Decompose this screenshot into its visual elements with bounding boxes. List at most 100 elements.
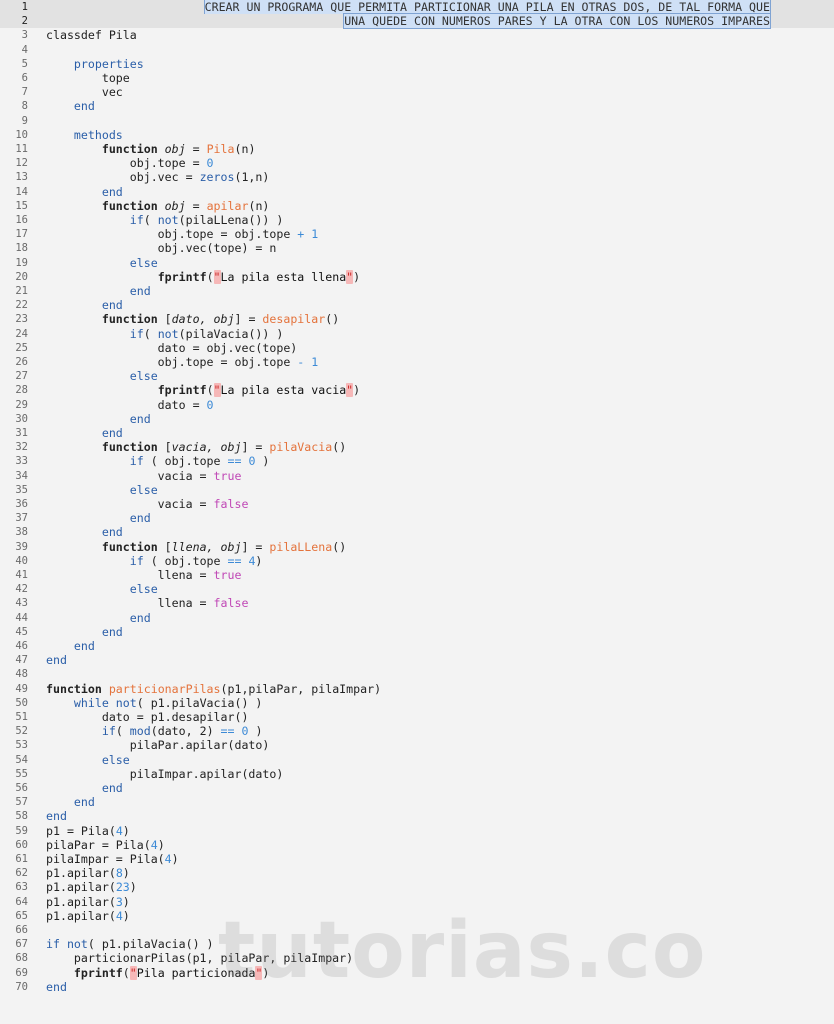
code-token: function xyxy=(101,142,165,156)
code-line[interactable]: 69 fprintf("Pila particionada") xyxy=(0,965,834,980)
code-line[interactable]: 44 end xyxy=(0,611,834,625)
code-line[interactable]: 36 vacia = false xyxy=(0,497,834,511)
code-line[interactable]: 30 end xyxy=(0,412,834,426)
code-line[interactable]: 1 CREAR UN PROGRAMA QUE PERMITA PARTICION… xyxy=(0,0,834,15)
code-line[interactable]: 17 obj.tope = obj.tope + 1 xyxy=(0,227,834,241)
code-line[interactable]: 49 function particionarPilas(p1,pilaPar, … xyxy=(0,682,834,696)
code-text: else xyxy=(46,753,130,767)
code-line[interactable]: 51 dato = p1.desapilar() xyxy=(0,710,834,724)
code-line[interactable]: 59 p1 = Pila(4) xyxy=(0,824,834,838)
code-line[interactable]: 29 dato = 0 xyxy=(0,398,834,412)
code-line[interactable]: 6 tope xyxy=(0,71,834,85)
code-line[interactable]: 21 end xyxy=(0,284,834,298)
code-line[interactable]: 55 pilaImpar.apilar(dato) xyxy=(0,767,834,781)
code-line[interactable]: 33 if ( obj.tope == 0 ) xyxy=(0,454,834,468)
code-line[interactable]: 58 end xyxy=(0,809,834,823)
code-line[interactable]: 67 if not( p1.pilaVacia() ) xyxy=(0,937,834,951)
line-number: 60 xyxy=(15,838,28,851)
code-line[interactable]: 16 if( not(pilaLLena()) ) xyxy=(0,213,834,227)
code-line[interactable]: 8 end xyxy=(0,99,834,113)
code-line[interactable]: 31 end xyxy=(0,426,834,440)
code-line[interactable]: 4 xyxy=(0,43,834,57)
code-line[interactable]: 15 function obj = apilar(n) xyxy=(0,199,834,213)
code-line[interactable]: 50 while not( p1.pilaVacia() ) xyxy=(0,696,834,710)
code-line[interactable]: 66 xyxy=(0,923,834,937)
code-line[interactable]: 47 end xyxy=(0,653,834,667)
code-editor[interactable]: 1 CREAR UN PROGRAMA QUE PERMITA PARTICION… xyxy=(0,0,834,1024)
code-token: (n) xyxy=(248,198,270,213)
code-line[interactable]: 45 end xyxy=(0,625,834,639)
code-line[interactable]: 27 else xyxy=(0,369,834,383)
code-line[interactable]: 60 pilaPar = Pila(4) xyxy=(0,838,834,852)
code-text: obj.tope = 0 xyxy=(46,156,214,170)
code-line[interactable]: 13 obj.vec = zeros(1,n) xyxy=(0,170,834,184)
code-line[interactable]: 39 function [llena, obj] = pilaLLena() xyxy=(0,540,834,554)
code-line[interactable]: 24 if( not(pilaVacia()) ) xyxy=(0,327,834,341)
code-line[interactable]: 56 end xyxy=(0,781,834,795)
code-token: (pilaVacia()) ) xyxy=(178,326,284,341)
code-line[interactable]: 32 function [vacia, obj] = pilaVacia() xyxy=(0,440,834,454)
line-number: 39 xyxy=(15,540,28,553)
code-line[interactable]: 61 pilaImpar = Pila(4) xyxy=(0,852,834,866)
code-text: obj.vec = zeros(1,n) xyxy=(46,170,270,184)
code-line[interactable]: 11 function obj = Pila(n) xyxy=(0,142,834,156)
code-line[interactable]: 52 if( mod(dato, 2) == 0 ) xyxy=(0,724,834,738)
code-token: pilaPar.apilar(dato) xyxy=(46,738,270,753)
code-line[interactable]: 7 vec xyxy=(0,85,834,99)
code-line[interactable]: 26 obj.tope = obj.tope - 1 xyxy=(0,355,834,369)
code-token: ] = xyxy=(234,312,263,327)
code-line[interactable]: 34 vacia = true xyxy=(0,469,834,483)
code-line[interactable]: 28 fprintf("La pila esta vacia") xyxy=(0,383,834,398)
code-line[interactable]: 18 obj.vec(tope) = n xyxy=(0,241,834,255)
code-token: function xyxy=(101,539,165,554)
code-line[interactable]: 2 UNA QUEDE CON NUMEROS PARES Y LA OTRA C… xyxy=(0,13,834,30)
code-line[interactable]: 12 obj.tope = 0 xyxy=(0,156,834,170)
code-line[interactable]: 65 p1.apilar(4) xyxy=(0,909,834,923)
code-text: end xyxy=(46,653,67,667)
code-line[interactable]: 46 end xyxy=(0,639,834,653)
code-line[interactable]: 42 else xyxy=(0,582,834,596)
code-line[interactable]: 5 properties xyxy=(0,57,834,71)
code-token: end xyxy=(46,184,123,199)
line-number: 24 xyxy=(15,327,28,340)
code-line[interactable]: 23 function [dato, obj] = desapilar() xyxy=(0,312,834,326)
code-token: p1.apilar( xyxy=(46,894,116,909)
code-token: pilaImpar = Pila( xyxy=(46,852,165,866)
code-text: end xyxy=(46,625,123,639)
code-text: end xyxy=(46,809,67,823)
code-token: ] = xyxy=(241,440,270,455)
code-line[interactable]: 38 end xyxy=(0,525,834,539)
code-line[interactable]: 22 end xyxy=(0,298,834,312)
code-line[interactable]: 14 end xyxy=(0,185,834,199)
code-line[interactable]: 63 p1.apilar(23) xyxy=(0,880,834,894)
code-line[interactable]: 20 fprintf("La pila esta llena") xyxy=(0,269,834,284)
code-text: fprintf("La pila esta vacia") xyxy=(46,383,360,398)
code-line[interactable]: 48 xyxy=(0,667,834,681)
code-line[interactable]: 19 else xyxy=(0,256,834,270)
code-line[interactable]: 35 else xyxy=(0,483,834,497)
code-line[interactable]: 40 if ( obj.tope == 4) xyxy=(0,554,834,568)
code-line[interactable]: 25 dato = obj.vec(tope) xyxy=(0,341,834,355)
code-line[interactable]: 64 p1.apilar(3) xyxy=(0,895,834,909)
code-line[interactable]: 43 llena = false xyxy=(0,596,834,610)
code-token: function xyxy=(101,198,165,213)
code-line[interactable]: 57 end xyxy=(0,795,834,809)
code-line[interactable]: 41 llena = true xyxy=(0,568,834,582)
code-line[interactable]: 37 end xyxy=(0,511,834,525)
code-token: La pila esta llena xyxy=(220,269,347,284)
code-line[interactable]: 54 else xyxy=(0,753,834,767)
line-number: 29 xyxy=(15,398,28,411)
code-token: if xyxy=(129,553,144,568)
code-line[interactable]: 62 p1.apilar(8) xyxy=(0,866,834,880)
code-line[interactable]: 3 classdef Pila xyxy=(0,28,834,42)
code-line[interactable]: 9 xyxy=(0,114,834,128)
code-line[interactable]: 68 particionarPilas(p1, pilaPar, pilaImp… xyxy=(0,951,834,965)
line-number: 12 xyxy=(15,157,28,170)
code-token: obj.tope = obj.tope xyxy=(46,227,298,242)
code-line[interactable]: 10 methods xyxy=(0,128,834,142)
code-line[interactable]: 70 end xyxy=(0,980,834,994)
code-line[interactable]: 53 pilaPar.apilar(dato) xyxy=(0,738,834,752)
